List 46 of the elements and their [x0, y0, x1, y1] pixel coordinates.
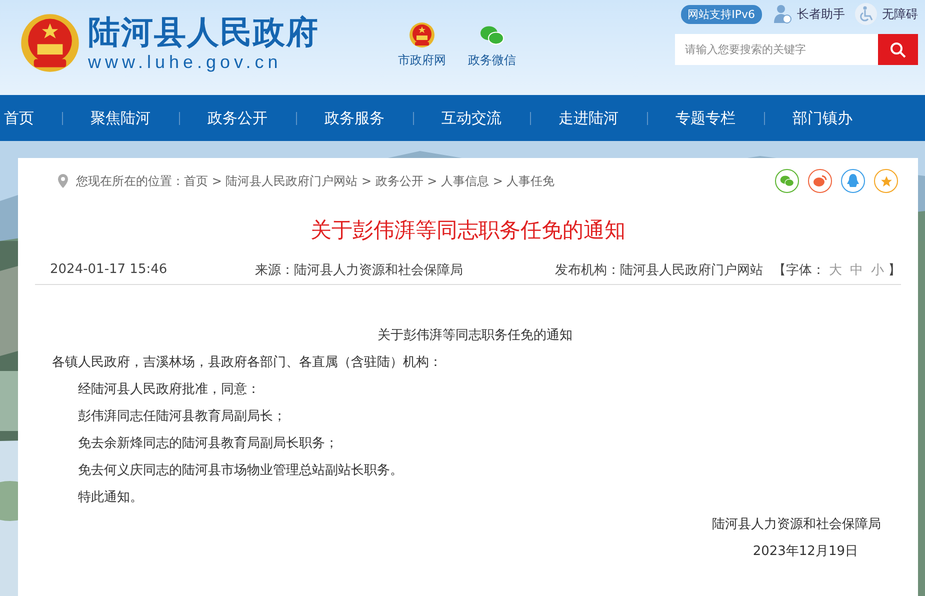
nav-item[interactable]: 政务公开 — [179, 108, 296, 128]
signature: 陆河县人力资源和社会保障局 — [711, 516, 882, 534]
national-emblem-logo — [20, 12, 80, 72]
nav-item[interactable]: 政务服务 — [296, 108, 413, 128]
paragraph: 经陆河县人民政府批准，同意： — [77, 381, 261, 399]
star-icon — [880, 174, 892, 188]
article-publisher: 发布机构：陆河县人民政府门户网站 — [555, 262, 763, 278]
penguin-icon — [847, 174, 859, 188]
emblem-icon — [409, 22, 435, 48]
salutation: 各镇人民政府，吉溪林场，县政府各部门、各直属（含驻陆）机构： — [52, 354, 443, 372]
nav-item[interactable]: 专题专栏 — [647, 108, 764, 128]
article-source: 来源：陆河县人力资源和社会保障局 — [255, 262, 463, 278]
paragraph: 免去何义庆同志的陆河县市场物业管理总站副站长职务。 — [77, 462, 404, 480]
qq-share-button[interactable] — [841, 169, 865, 193]
search-icon — [890, 42, 906, 58]
publish-date: 2024-01-17 15:46 — [50, 262, 168, 277]
tool-link[interactable]: 无障碍 — [855, 3, 918, 25]
site-name: 陆河县人民政府 — [88, 12, 319, 52]
site-url: www.luhe.gov.cn — [88, 52, 283, 73]
tool-link[interactable]: 长者助手 — [772, 4, 845, 24]
weibo-icon — [813, 175, 827, 187]
weibo-share-button[interactable] — [808, 169, 832, 193]
font-size-label: 【字体： — [773, 262, 825, 278]
paragraph: 特此通知。 — [77, 489, 144, 507]
nav-item[interactable]: 走进陆河 — [530, 108, 647, 128]
wechat-share-button[interactable] — [775, 169, 799, 193]
nav-item[interactable]: 部门镇办 — [764, 108, 881, 128]
document-heading: 关于彭伟湃等同志职务任免的通知 — [376, 327, 574, 345]
nav-item[interactable]: 首页 — [0, 108, 52, 128]
nav-item[interactable]: 互动交流 — [413, 108, 530, 128]
quick-link[interactable]: 市政府网 — [398, 22, 446, 69]
wechat-icon — [780, 175, 794, 187]
quick-link[interactable]: 政务微信 — [468, 22, 516, 69]
paragraph: 彭伟湃同志任陆河县教育局副局长； — [77, 408, 287, 426]
ipv6-badge: 网站支持IPv6 — [680, 4, 762, 24]
breadcrumb: 您现在所在的位置：首页 > 陆河县人民政府门户网站 > 政务公开 > 人事信息 > 人事任免 — [76, 172, 555, 190]
location-pin-icon — [58, 174, 68, 188]
signature-date: 2023年12月19日 — [752, 543, 859, 561]
font-size-bracket: 】 — [888, 262, 901, 278]
favorite-button[interactable] — [874, 169, 898, 193]
person-icon — [772, 4, 792, 24]
paragraph: 免去余新烽同志的陆河县教育局副局长职务； — [77, 434, 339, 453]
search-button[interactable] — [878, 34, 918, 65]
wheelchair-icon — [855, 3, 877, 25]
article-title: 关于彭伟湃等同志职务任免的通知 — [310, 217, 626, 244]
nav-item[interactable]: 聚焦陆河 — [62, 108, 179, 128]
